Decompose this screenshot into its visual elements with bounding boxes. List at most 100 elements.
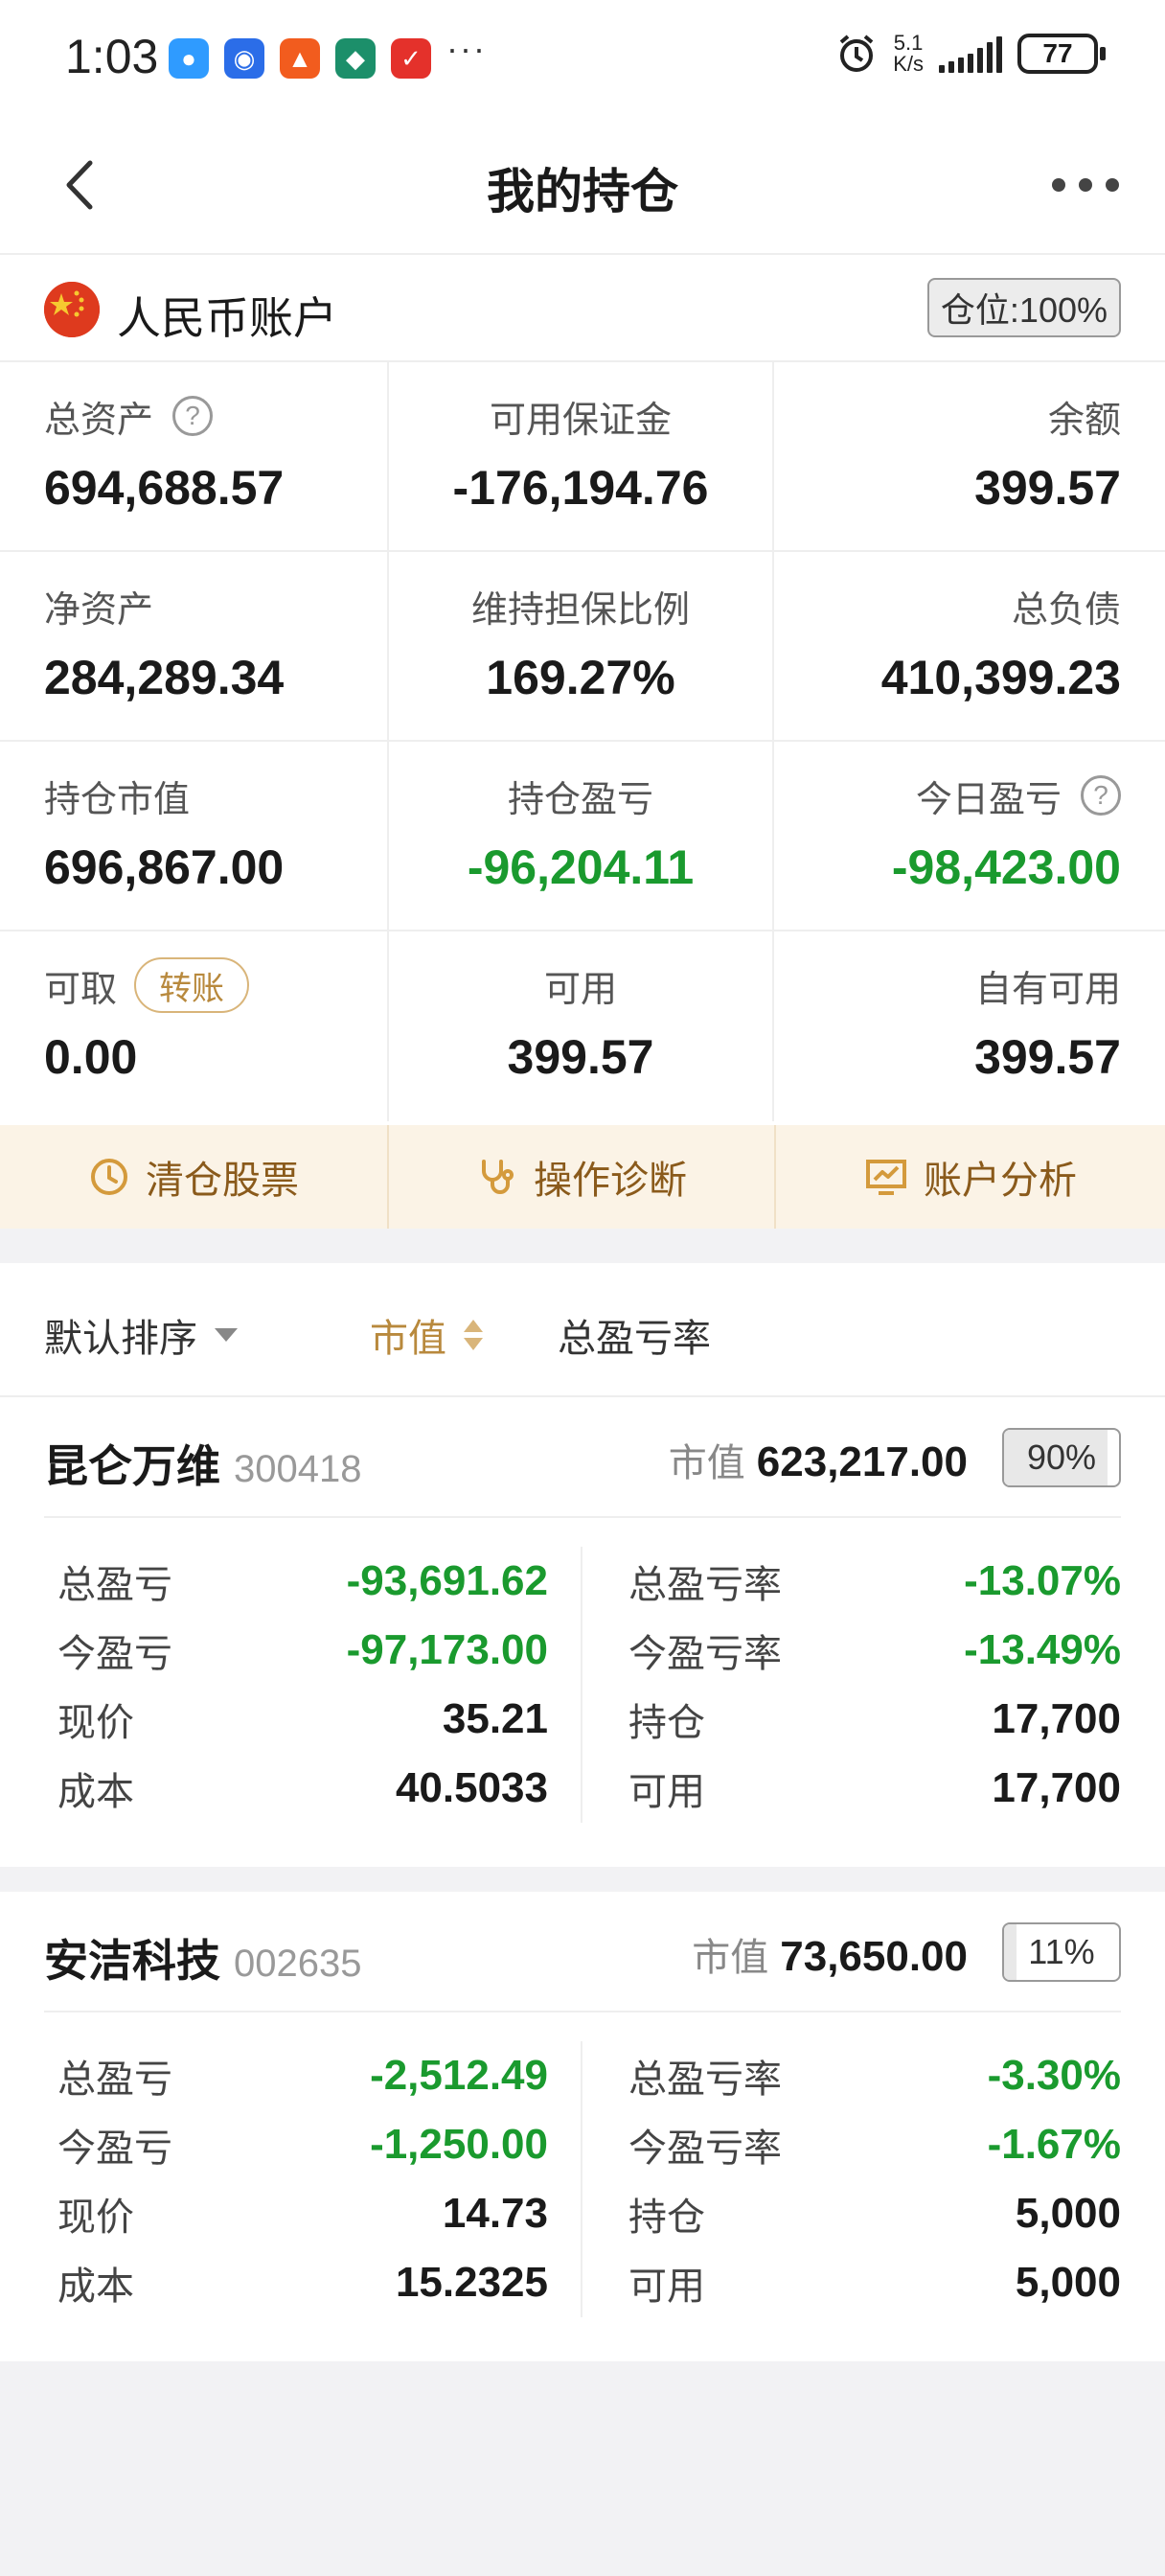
market-value: 623,217.00 — [756, 1438, 968, 1485]
status-bar: 1:03 ● ◉ ▲ ◆ ✓ ··· 5.1 K/s 77 — [0, 0, 1165, 115]
stock-code: 002635 — [234, 1943, 362, 1985]
action-label: 清仓股票 — [146, 1160, 299, 1202]
detail-row: 现价 35.21 — [57, 1685, 548, 1754]
metric-label: 总负债 — [1011, 589, 1121, 631]
detail-label: 今盈亏率 — [628, 2128, 782, 2170]
detail-label: 成本 — [57, 2266, 134, 2308]
message-app-icon: ● — [169, 38, 209, 79]
holding-card[interactable]: 安洁科技 002635 市值 73,650.00 11% 总盈亏 -2,512.49 … — [0, 1892, 1165, 2361]
alarm-icon — [839, 34, 874, 72]
status-time: 1:03 — [65, 30, 159, 83]
position-percent-text: 11% — [1028, 1932, 1095, 1971]
bolt-app-icon: ✓ — [391, 38, 431, 79]
sort-total-rate-button[interactable]: 总盈亏率 — [558, 1307, 711, 1363]
account-analysis-button[interactable]: 账户分析 — [774, 1125, 1165, 1229]
speed-value: 5.1 — [893, 31, 924, 55]
metric-position-pnl: 持仓盈亏 -96,204.11 — [387, 742, 774, 932]
column-divider — [581, 2041, 582, 2317]
metric-value: 0.00 — [44, 1030, 138, 1084]
battery-icon: 77 — [1017, 34, 1106, 74]
detail-label: 持仓 — [628, 2196, 705, 2239]
stock-name-text: 昆仑万维 — [44, 1441, 220, 1491]
speed-unit: K/s — [893, 52, 924, 76]
detail-label: 可用 — [628, 2266, 705, 2308]
metric-available: 可用 399.57 — [387, 932, 774, 1121]
detail-row: 可用 5,000 — [628, 2248, 1121, 2317]
market-value: 73,650.00 — [780, 1933, 968, 1980]
metric-label: 今日盈亏 — [915, 779, 1062, 820]
market-value-label: 市值 — [668, 1442, 745, 1484]
browser-app-icon: ◉ — [224, 38, 264, 79]
sort-market-value-button[interactable]: 市值 — [370, 1307, 485, 1363]
metric-label: 可用 — [543, 969, 617, 1010]
detail-value: 14.73 — [442, 2190, 548, 2237]
help-icon[interactable]: ? — [1081, 775, 1121, 816]
detail-value: -1.67% — [987, 2121, 1121, 2168]
detail-label: 现价 — [57, 1702, 134, 1744]
metric-label: 持仓市值 — [44, 779, 191, 820]
sort-bar: 默认排序 市值 总盈亏率 — [0, 1263, 1165, 1397]
metric-value: 399.57 — [974, 461, 1121, 515]
position-percent-text: 90% — [1026, 1438, 1097, 1477]
detail-row: 今盈亏 -97,173.00 — [57, 1616, 548, 1685]
metric-total-liabilities: 总负债 410,399.23 — [774, 552, 1165, 742]
detail-label: 现价 — [57, 2196, 134, 2239]
detail-value: 17,700 — [992, 1764, 1121, 1811]
more-options-icon[interactable] — [1052, 178, 1119, 192]
detail-value: 5,000 — [1015, 2259, 1121, 2306]
stethoscope-icon — [482, 1160, 514, 1194]
help-icon[interactable]: ? — [172, 396, 214, 436]
account-card: 人民币账户 仓位:100% 总资产? 694,688.57 可用保证金 -176… — [0, 255, 1165, 1229]
sort-arrows-icon — [464, 1320, 483, 1350]
network-speed: 5.1 K/s — [893, 33, 924, 75]
detail-label: 今盈亏率 — [628, 1633, 782, 1675]
clear-positions-button[interactable]: 清仓股票 — [0, 1125, 387, 1229]
leaf-app-icon: ◆ — [335, 38, 376, 79]
detail-value: 15.2325 — [395, 2259, 548, 2306]
metric-net-assets: 净资产 284,289.34 — [0, 552, 387, 742]
holding-card[interactable]: 昆仑万维 300418 市值 623,217.00 90% 总盈亏 -93,691.6… — [0, 1397, 1165, 1867]
sort-default-button[interactable]: 默认排序 — [44, 1307, 240, 1363]
detail-row: 成本 40.5033 — [57, 1754, 548, 1823]
detail-value: 35.21 — [442, 1695, 548, 1742]
more-notifications-icon: ··· — [446, 29, 487, 68]
detail-value: -13.49% — [964, 1626, 1121, 1673]
account-header: 人民币账户 仓位:100% — [0, 255, 1165, 362]
sort-default-label: 默认排序 — [44, 1318, 197, 1360]
detail-row: 现价 14.73 — [57, 2179, 548, 2248]
metric-value: -96,204.11 — [467, 840, 695, 894]
stock-name: 安洁科技 002635 — [44, 1926, 361, 1990]
account-title: 人民币账户 — [117, 293, 337, 343]
metric-maintenance-ratio: 维持担保比例 169.27% — [387, 552, 774, 742]
flag-app-icon: ▲ — [280, 38, 320, 79]
detail-value: 40.5033 — [395, 1764, 548, 1811]
detail-label: 今盈亏 — [57, 2128, 172, 2170]
detail-value: -1,250.00 — [370, 2121, 548, 2168]
metric-today-pnl: 今日盈亏? -98,423.00 — [774, 742, 1165, 932]
holding-details: 总盈亏 -2,512.49 今盈亏 -1,250.00 现价 14.73 成本 15.2… — [0, 2026, 1165, 2342]
market-value-label: 市值 — [692, 1937, 769, 1979]
metric-value: 410,399.23 — [880, 651, 1121, 704]
metric-available-margin: 可用保证金 -176,194.76 — [387, 362, 774, 552]
nav-bar: 我的持仓 — [0, 115, 1165, 255]
metric-label: 净资产 — [44, 589, 154, 631]
detail-label: 总盈亏 — [57, 1564, 172, 1606]
transfer-button[interactable]: 转账 — [134, 957, 250, 1013]
metric-total-assets: 总资产? 694,688.57 — [0, 362, 387, 552]
metric-value: 284,289.34 — [44, 651, 285, 704]
metric-own-available: 自有可用 399.57 — [774, 932, 1165, 1121]
metric-value: 169.27% — [486, 651, 675, 704]
triangle-down-icon — [215, 1328, 238, 1342]
detail-row: 总盈亏 -93,691.62 — [57, 1547, 548, 1616]
metric-value: 399.57 — [507, 1030, 654, 1084]
detail-row: 持仓 5,000 — [628, 2179, 1121, 2248]
account-actions: 清仓股票 操作诊断 账户分析 — [0, 1125, 1165, 1229]
detail-label: 成本 — [57, 1771, 134, 1813]
action-label: 账户分析 — [924, 1160, 1077, 1202]
stock-market-value: 市值 623,217.00 — [669, 1432, 968, 1487]
position-ratio-badge[interactable]: 仓位:100% — [926, 278, 1121, 337]
stock-name-text: 安洁科技 — [44, 1936, 220, 1986]
chart-monitor-icon — [866, 1160, 906, 1195]
metric-label: 可用保证金 — [489, 400, 672, 441]
operation-diagnosis-button[interactable]: 操作诊断 — [387, 1125, 774, 1229]
